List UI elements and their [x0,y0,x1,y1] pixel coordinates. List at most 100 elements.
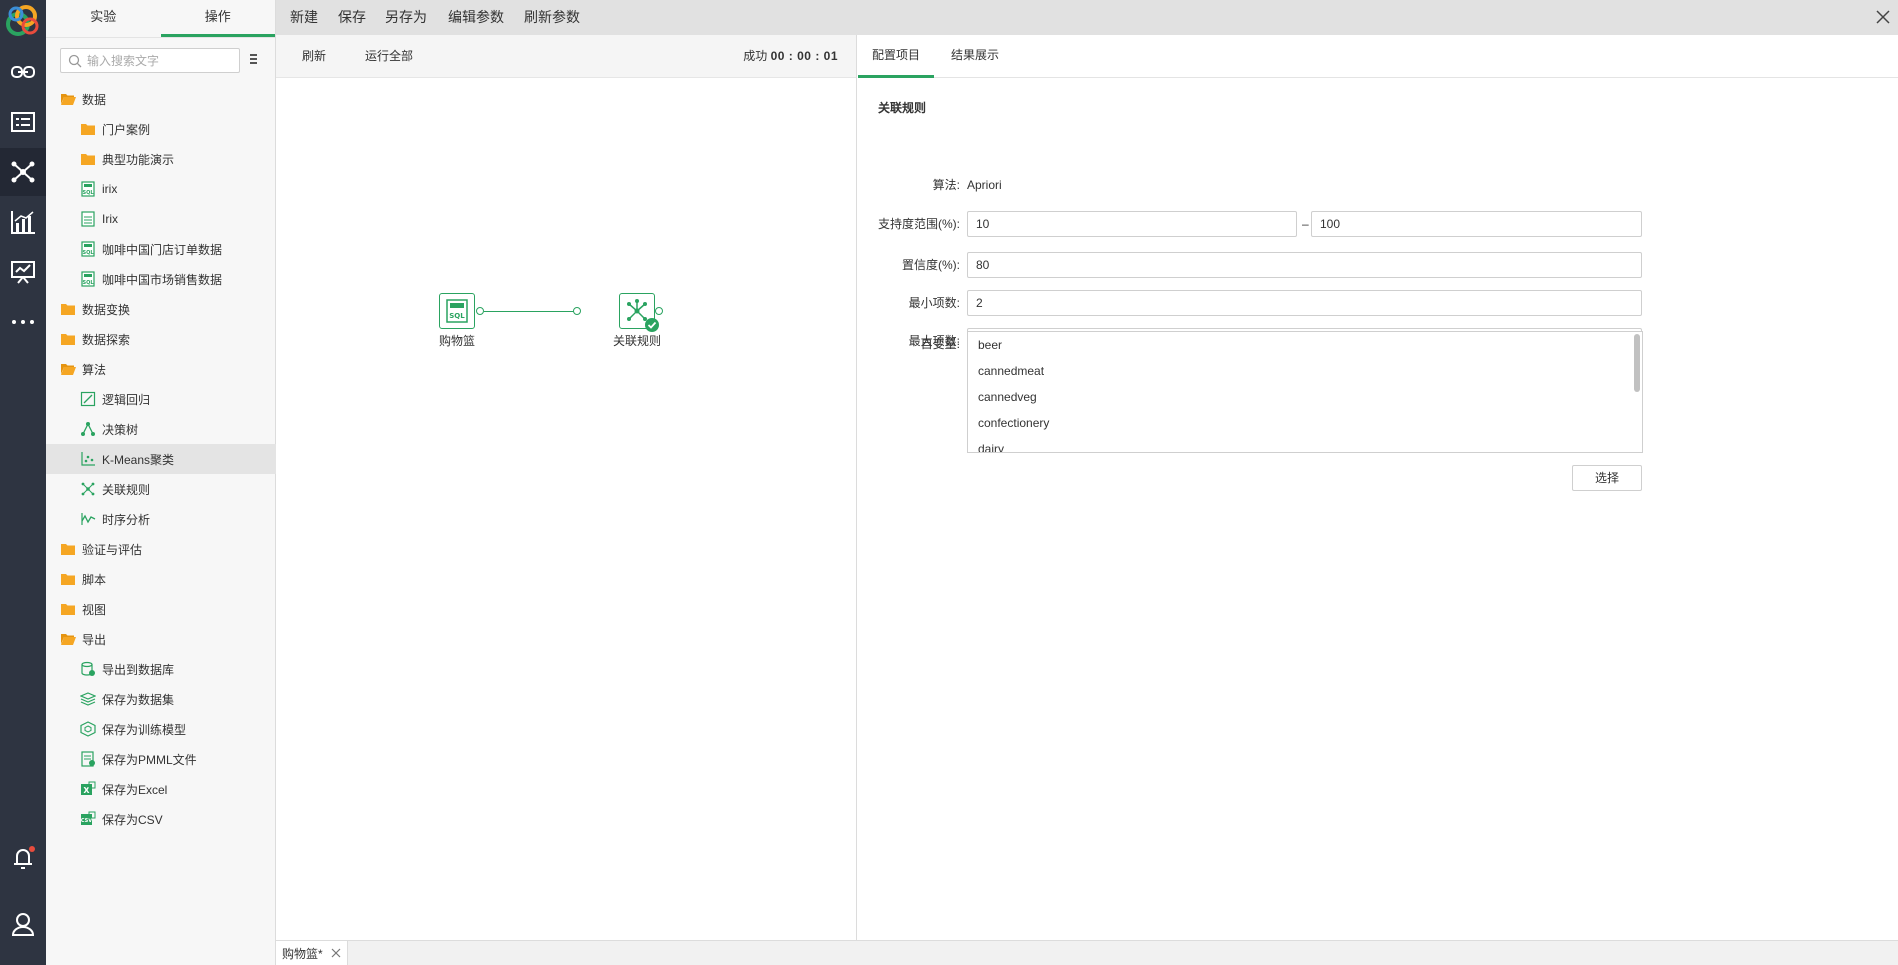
folder-icon [60,541,76,557]
user-icon[interactable] [0,900,46,948]
list-item[interactable]: beer [968,332,1642,358]
close-icon[interactable] [1874,8,1892,26]
tree-item[interactable]: SQL 咖啡中国门店订单数据 [46,234,276,264]
tab-experiment[interactable]: 实验 [46,0,161,37]
list-item[interactable]: dairy [968,436,1642,452]
variables-list[interactable]: beer cannedmeat cannedveg confectionery … [967,331,1643,453]
tree-menu-icon[interactable] [249,52,259,68]
tree-item[interactable]: X 保存为Excel [46,774,276,804]
tree-item[interactable]: 导出到数据库 [46,654,276,684]
config-panel: 配置项目 结果展示 关联规则 算法: Apriori 支持度范围(%): 10 … [858,35,1898,940]
refresh-params-button[interactable]: 刷新参数 [524,0,580,35]
input-port[interactable] [573,307,581,315]
save-button[interactable]: 保存 [338,0,366,35]
logo-icon[interactable] [4,2,42,40]
tree-item-label: 算法 [82,362,107,377]
list-item[interactable]: cannedveg [968,384,1642,410]
folder-icon [60,301,76,317]
flow-node-basket[interactable]: SQL [439,293,475,329]
list-scrollbar[interactable] [1634,334,1640,392]
support-min-input[interactable]: 10 [967,211,1297,237]
tree-item[interactable]: 逻辑回归 [46,384,276,414]
tree-item[interactable]: K-Means聚类 [46,444,276,474]
tree-item-label: 脚本 [82,572,107,587]
dataset-icon [80,691,96,707]
list-item[interactable]: confectionery [968,410,1642,436]
model-icon [80,721,96,737]
presentation-icon[interactable] [0,248,46,296]
tree-item[interactable]: 保存为数据集 [46,684,276,714]
algorithm-label: 算法: [932,178,960,192]
report-icon[interactable] [0,98,46,146]
confidence-input[interactable]: 80 [967,252,1642,278]
edit-params-button[interactable]: 编辑参数 [448,0,504,35]
bell-icon[interactable] [0,834,46,882]
tree-item-label: 关联规则 [102,482,151,497]
tree-item-label: 保存为Excel [102,782,168,797]
run-all-button[interactable]: 运行全部 [365,35,413,78]
min-items-row: 最小项数: [858,290,960,316]
variables-label: 自变量: [920,337,960,351]
tree-item[interactable]: 关联规则 [46,474,276,504]
success-check-icon [645,318,659,332]
close-tab-icon[interactable] [331,948,341,958]
tree-item-label: 保存为数据集 [102,692,175,707]
select-button[interactable]: 选择 [1572,465,1642,491]
tree-folder[interactable]: 导出 [46,624,276,654]
link-icon[interactable] [0,48,46,96]
tree-item-label: 咖啡中国门店订单数据 [102,242,223,257]
output-port[interactable] [476,307,484,315]
tree-item[interactable]: 典型功能演示 [46,144,276,174]
tree-folder[interactable]: 算法 [46,354,276,384]
tree-item[interactable]: 保存为PMML文件 [46,744,276,774]
more-icon[interactable] [0,298,46,346]
tree-item-label: 逻辑回归 [102,392,151,407]
doc-tab[interactable]: 购物篮* [276,941,348,965]
list-item[interactable]: cannedmeat [968,358,1642,384]
tree-folder[interactable]: 数据探索 [46,324,276,354]
left-rail [0,0,46,965]
min-items-input[interactable]: 2 [967,290,1642,316]
regression-icon [80,391,96,407]
save-as-button[interactable]: 另存为 [385,0,427,35]
svg-text:CSV: CSV [81,818,92,824]
tree-item[interactable]: 决策树 [46,414,276,444]
tree-folder[interactable]: 验证与评估 [46,534,276,564]
support-max-input[interactable]: 100 [1311,211,1642,237]
search-box [60,48,240,73]
tree-item[interactable]: Irix [46,204,276,234]
tree-item[interactable]: 时序分析 [46,504,276,534]
tree-item-label: 保存为训练模型 [102,722,187,737]
tree-item[interactable]: SQL 咖啡中国市场销售数据 [46,264,276,294]
tab-results[interactable]: 结果展示 [937,35,1013,75]
algorithm-row: 算法: [858,172,960,198]
chart-icon[interactable] [0,198,46,246]
search-input[interactable] [87,52,235,69]
database-export-icon [80,661,96,677]
svg-text:SQL: SQL [449,312,465,320]
folder-icon [80,121,96,137]
tree-folder[interactable]: 视图 [46,594,276,624]
tree-item[interactable]: 保存为训练模型 [46,714,276,744]
output-port[interactable] [655,307,663,315]
tree-item-label: 数据变换 [82,302,131,317]
flow-canvas[interactable]: 刷新 运行全部 成功 00 : 00 : 01 SQL 购物篮 关联规则 [276,35,857,940]
table-file-icon [80,211,96,227]
sql-file-icon: SQL [80,241,96,257]
tree-folder[interactable]: 数据 [46,84,276,114]
refresh-button[interactable]: 刷新 [302,35,326,78]
tree-item[interactable]: SQL irix [46,174,276,204]
tab-operations[interactable]: 操作 [160,0,275,37]
tree-item[interactable]: 门户案例 [46,114,276,144]
tree-folder[interactable]: 数据变换 [46,294,276,324]
svg-text:SQL: SQL [82,280,94,286]
tree-folder[interactable]: 脚本 [46,564,276,594]
tab-config[interactable]: 配置项目 [858,35,935,78]
confidence-row: 置信度(%): [858,252,960,278]
tree-item[interactable]: CSV 保存为CSV [46,804,276,834]
tree-item-label: 验证与评估 [82,542,143,557]
run-status: 成功 00 : 00 : 01 [743,35,838,78]
network-icon[interactable] [0,148,46,196]
new-button[interactable]: 新建 [290,0,318,35]
kmeans-icon [80,451,96,467]
